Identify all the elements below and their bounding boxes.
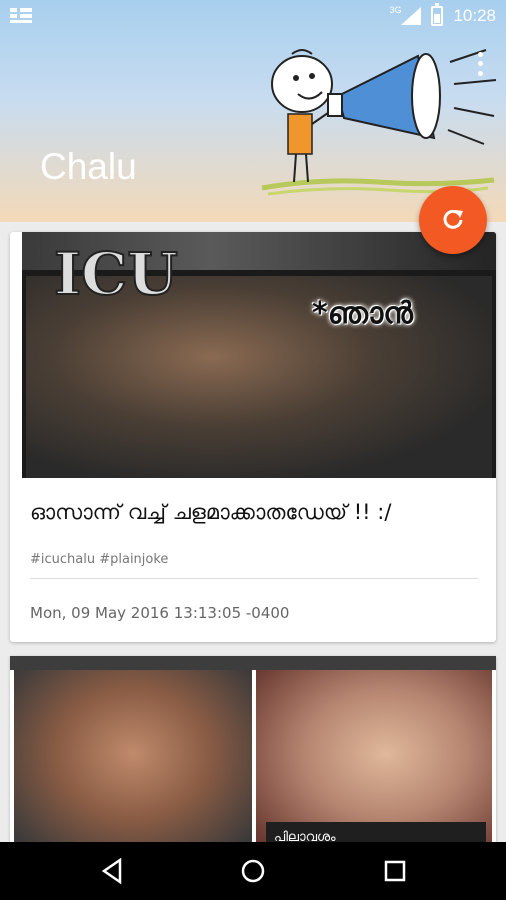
- post-date: Mon, 09 May 2016 13:13:05 -0400: [30, 604, 290, 622]
- overlay-caption: *ഞാൻ: [312, 296, 413, 331]
- home-icon[interactable]: [238, 856, 268, 886]
- battery-icon: [431, 3, 444, 26]
- refresh-button[interactable]: [419, 186, 487, 254]
- watermark-logo: ICU: [53, 239, 179, 309]
- post-tags[interactable]: #icuchalu #plainjoke: [30, 552, 168, 567]
- signal-icon: [401, 7, 422, 25]
- post-image[interactable]: ICU *ഞാൻ: [22, 232, 496, 478]
- more-vert-icon[interactable]: [470, 50, 490, 78]
- system-nav-bar: [0, 842, 506, 900]
- post-card[interactable]: പിലാവശം: [10, 656, 496, 856]
- post-image-left[interactable]: [14, 670, 252, 856]
- app-title: Chalu: [40, 146, 137, 187]
- status-bar: 3G 10:28: [0, 0, 506, 32]
- svg-text:ICU: ICU: [54, 240, 178, 308]
- recents-icon[interactable]: [380, 856, 410, 886]
- post-caption: ഓസാന്ന് വച്ച് ചളമാക്കാതഡേയ് !! :/: [30, 500, 392, 524]
- clock: 10:28: [453, 6, 496, 25]
- back-icon[interactable]: [98, 856, 128, 886]
- mascot-illustration: [261, 49, 497, 196]
- refresh-icon: [443, 209, 463, 229]
- divider: [30, 578, 478, 579]
- post-card[interactable]: ICU *ഞാൻ ഓസാന്ന് വച്ച് ചളമാക്കാതഡേയ് !! …: [10, 232, 496, 642]
- app-header: 3G 10:28 Chalu: [0, 0, 506, 222]
- notification-icon: [10, 8, 32, 24]
- network-type-label: 3G: [389, 5, 402, 15]
